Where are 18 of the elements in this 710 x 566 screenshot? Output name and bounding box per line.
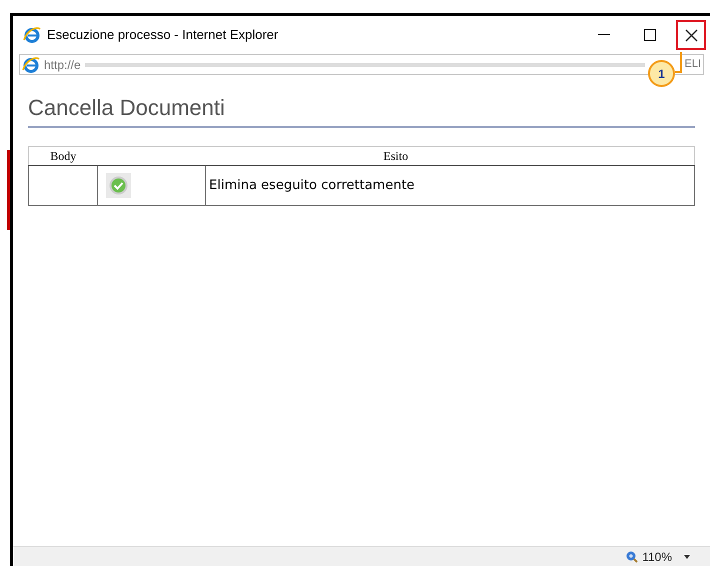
column-header: Esito: [98, 146, 694, 166]
column-header: Body: [28, 146, 98, 166]
leader-line: [675, 52, 683, 74]
close-button[interactable]: [676, 20, 706, 50]
table-cell: Elimina eseguito correttamente: [206, 166, 694, 206]
minimize-icon: [598, 34, 610, 36]
callout-badge: 1: [648, 60, 675, 87]
browser-logo-icon: [22, 56, 40, 74]
zoom-level[interactable]: 110%: [642, 548, 672, 566]
maximize-icon: [644, 29, 656, 41]
url-text: ELI: [684, 57, 701, 72]
zoom-icon: [625, 550, 638, 563]
window-title: Esecuzione processo - Internet Explorer: [47, 26, 278, 44]
close-icon: [684, 28, 698, 42]
url-text: http://e: [44, 56, 81, 74]
browser-logo-icon: [23, 26, 41, 44]
page-heading: Cancella Documenti: [28, 91, 695, 128]
success-check-icon: [106, 173, 131, 198]
